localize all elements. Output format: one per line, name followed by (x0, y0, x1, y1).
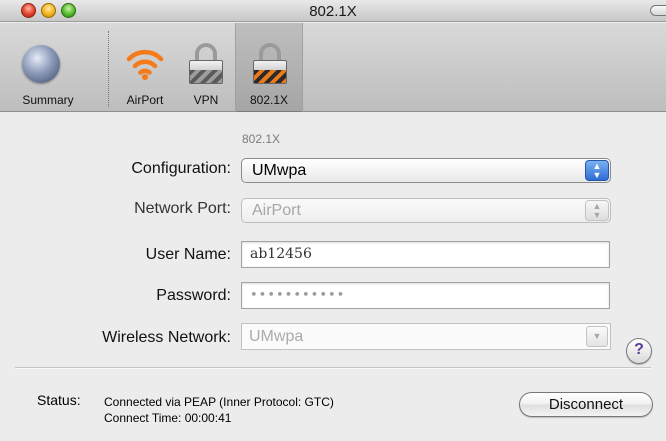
tab-802-1x[interactable]: 802.1X (235, 23, 303, 112)
status-text: Connected via PEAP (Inner Protocol: GTC)… (104, 394, 334, 426)
wireless-network-combo[interactable]: UMwpa ▼ (241, 323, 611, 350)
content-pane: 802.1X Configuration: UMwpa ▲ ▼ Network P… (0, 113, 666, 441)
popup-arrows-icon: ▲ ▼ (585, 160, 609, 181)
configuration-popup[interactable]: UMwpa ▲ ▼ (241, 158, 611, 183)
tab-summary[interactable]: Summary (0, 23, 96, 112)
title-bar[interactable]: 802.1X (0, 0, 666, 22)
wireless-network-label: Wireless Network: (102, 329, 231, 346)
help-button[interactable]: ? (626, 338, 652, 364)
divider (15, 367, 651, 369)
tab-vpn-label: VPN (193, 93, 219, 107)
password-label: Password: (156, 287, 231, 304)
user-name-field[interactable]: ab12456 (241, 241, 610, 268)
user-name-label: User Name: (145, 246, 231, 263)
disconnect-button[interactable]: Disconnect (519, 392, 653, 417)
tab-airport[interactable]: AirPort (114, 23, 176, 112)
wifi-icon (126, 49, 164, 80)
tab-airport-label: AirPort (126, 93, 164, 107)
tab-summary-label: Summary (22, 93, 74, 107)
status-label: Status: (37, 392, 81, 408)
configuration-label: Configuration: (131, 160, 231, 177)
globe-icon (22, 45, 60, 83)
tab-vpn[interactable]: VPN (180, 23, 232, 112)
wireless-network-value: UMwpa (249, 328, 304, 345)
status-line-connect-time: Connect Time: 00:00:41 (104, 411, 232, 425)
network-port-popup[interactable]: AirPort ▲ ▼ (241, 198, 611, 223)
network-port-label: Network Port: (134, 200, 231, 217)
popup-arrows-icon: ▲ ▼ (585, 200, 609, 221)
section-caption: 802.1X (242, 132, 281, 146)
toolbar-toggle-button[interactable] (650, 5, 666, 16)
chevron-down-icon[interactable]: ▼ (586, 326, 608, 347)
toolbar-separator (108, 31, 109, 107)
window-title: 802.1X (309, 3, 357, 20)
lock-orange-icon (253, 43, 287, 85)
tab-802-1x-label: 802.1X (249, 93, 289, 107)
lock-icon (189, 43, 223, 85)
password-field[interactable]: ••••••••••• (241, 282, 610, 309)
window: 802.1X Summary AirPort VPN 802.1X 802.1X… (0, 0, 666, 441)
configuration-value: UMwpa (252, 162, 307, 179)
status-line-connection: Connected via PEAP (Inner Protocol: GTC) (104, 395, 334, 409)
network-port-value: AirPort (252, 202, 301, 219)
toolbar: Summary AirPort VPN 802.1X (0, 23, 666, 112)
